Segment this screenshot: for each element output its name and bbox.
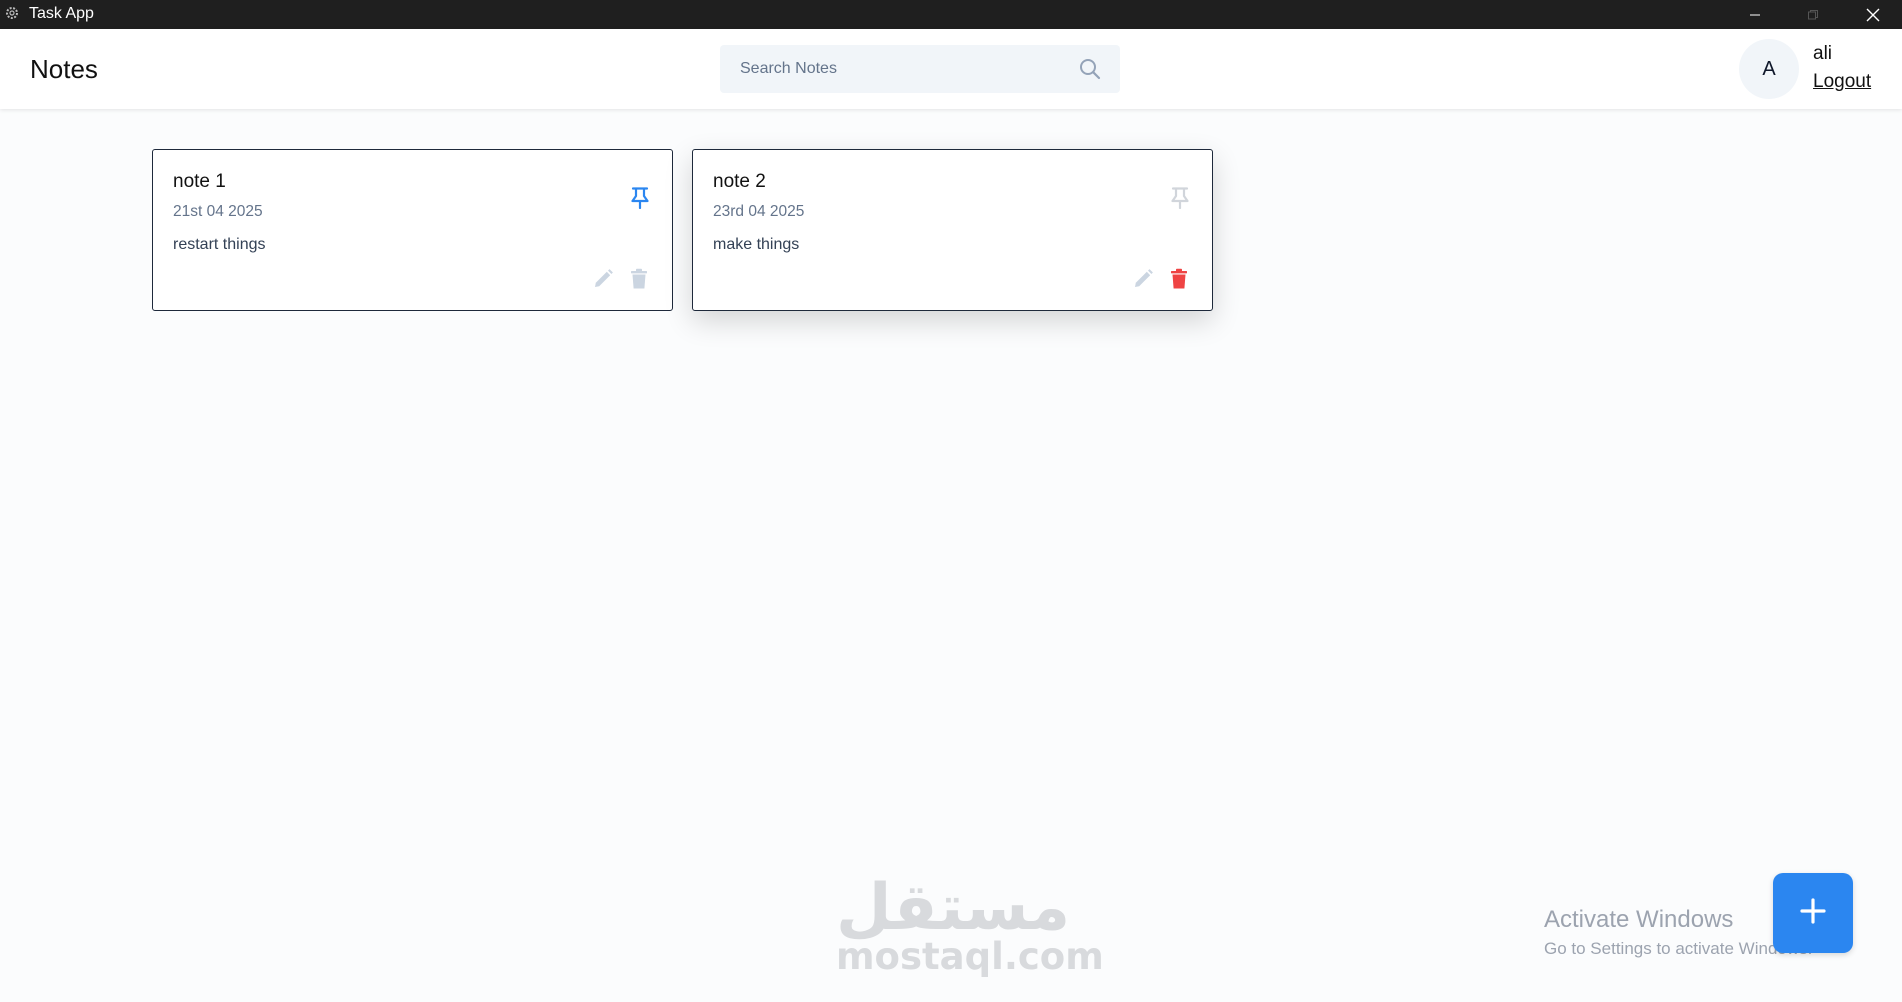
trash-icon[interactable]: [627, 267, 651, 291]
note-title: note 1: [173, 171, 226, 192]
app-gear-icon: [4, 5, 20, 21]
note-content: restart things: [173, 236, 266, 253]
logout-link[interactable]: Logout: [1813, 71, 1871, 93]
pencil-icon[interactable]: [1131, 267, 1155, 291]
note-content: make things: [713, 236, 800, 253]
window-titlebar: Task App: [0, 0, 1902, 29]
pencil-icon[interactable]: [591, 267, 615, 291]
note-card[interactable]: note 2 23rd 04 2025 make things: [692, 149, 1213, 311]
watermark-logo: مستقل mostaql.com: [836, 871, 1104, 978]
trash-icon[interactable]: [1167, 267, 1191, 291]
search-bar: [720, 45, 1120, 93]
add-note-button[interactable]: [1773, 873, 1853, 953]
search-icon[interactable]: [1078, 57, 1102, 81]
plus-icon: [1799, 897, 1827, 930]
window-title: Task App: [29, 5, 94, 22]
note-date: 21st 04 2025: [173, 203, 263, 220]
note-title: note 2: [713, 171, 766, 192]
app-header: Notes A ali Logout: [0, 29, 1902, 109]
pin-icon[interactable]: [629, 186, 651, 210]
page-title: Notes: [30, 54, 98, 84]
minimize-button[interactable]: [1726, 0, 1784, 29]
user-name: ali: [1813, 43, 1833, 64]
maximize-button[interactable]: [1784, 0, 1842, 29]
avatar: A: [1739, 39, 1799, 99]
note-date: 23rd 04 2025: [713, 203, 805, 220]
watermark-latin: mostaql.com: [836, 935, 1104, 978]
close-window-button[interactable]: [1844, 0, 1902, 29]
search-input[interactable]: [720, 45, 1060, 93]
note-card[interactable]: note 1 21st 04 2025 restart things: [152, 149, 673, 311]
watermark-arabic: مستقل: [836, 871, 1071, 945]
pin-icon[interactable]: [1169, 186, 1191, 210]
